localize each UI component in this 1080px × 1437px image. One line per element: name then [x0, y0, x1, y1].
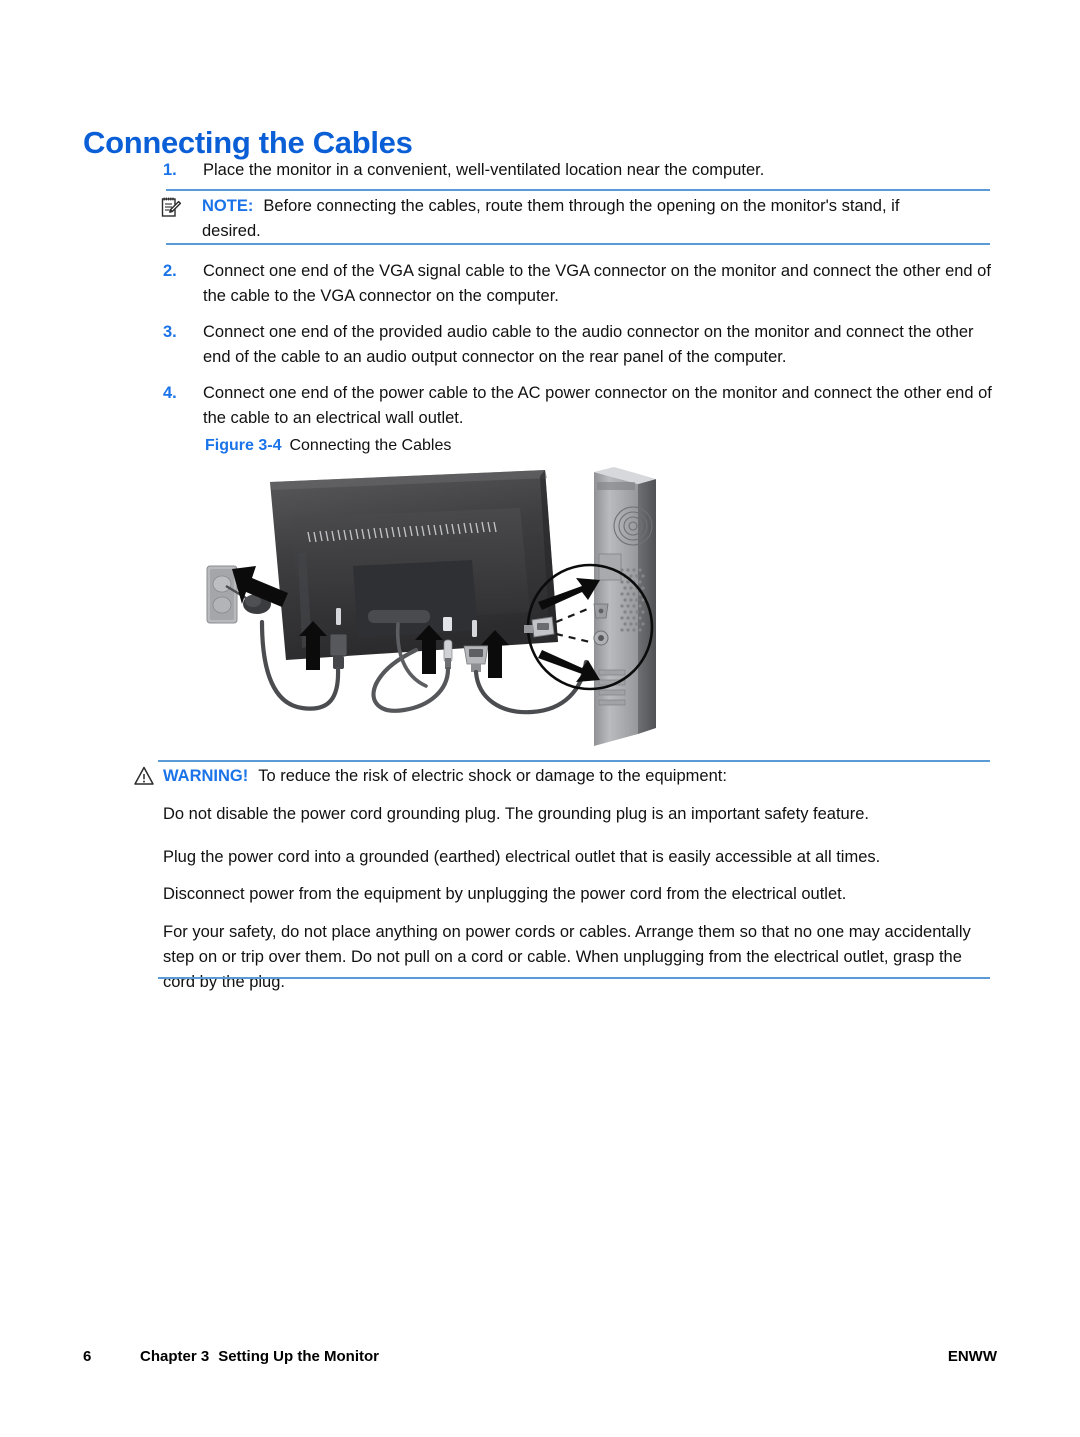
document-page: Connecting the Cables 1. Place the monit… [0, 0, 1080, 1437]
note-text-line-2: desired. [202, 222, 261, 240]
step-text: Place the monitor in a convenient, well-… [203, 161, 765, 179]
note-rule-bottom [166, 243, 990, 245]
warning-paragraph: Disconnect power from the equipment by u… [163, 885, 847, 903]
list-item: 4. Connect one end of the power cable to… [163, 381, 993, 431]
figure-title: Connecting the Cables [289, 437, 452, 454]
step-number: 2. [163, 262, 177, 280]
footer-chapter-title: Setting Up the Monitor [218, 1348, 379, 1365]
note-pencil-icon [160, 196, 182, 220]
step-number: 3. [163, 323, 177, 341]
step-text: Connect one end of the provided audio ca… [203, 323, 974, 366]
list-item: 3. Connect one end of the provided audio… [163, 320, 993, 370]
step-number: 4. [163, 384, 177, 402]
warning-triangle-icon [133, 765, 155, 789]
warning-intro-line: WARNING! To reduce the risk of electric s… [163, 764, 993, 789]
note-label: NOTE: [202, 197, 254, 215]
footer-page-number: 6 [83, 1348, 92, 1365]
warning-paragraph-line-a: For your safety, do not place anything o… [163, 923, 880, 941]
figure-label: Figure 3-4 [205, 437, 282, 454]
figure-caption: Figure 3-4 Connecting the Cables [205, 437, 451, 455]
note-rule-top [166, 189, 990, 191]
list-item: 1. Place the monitor in a convenient, we… [163, 158, 993, 183]
warning-rule-bottom [158, 977, 990, 979]
warning-paragraph: For your safety, do not place anything o… [163, 920, 998, 995]
warning-intro-text: To reduce the risk of electric shock or … [258, 767, 727, 785]
page-footer: 6 Chapter 3 Setting Up the Monitor ENWW [83, 1348, 997, 1365]
list-item: 2. Connect one end of the VGA signal cab… [163, 259, 993, 309]
footer-chapter: Chapter 3 [140, 1348, 210, 1365]
figure-illustration [190, 462, 690, 752]
note-body-line-1: Before connecting the cables, route them… [263, 197, 900, 215]
note-text-line-1: NOTE: Before connecting the cables, route… [202, 194, 992, 219]
step-text: Connect one end of the VGA signal cable … [203, 262, 991, 305]
page-title: Connecting the Cables [83, 124, 413, 160]
warning-rule-top [158, 760, 990, 762]
warning-paragraph: Plug the power cord into a grounded (ear… [163, 848, 881, 866]
step-text: Connect one end of the power cable to th… [203, 384, 992, 427]
warning-label: WARNING! [163, 767, 249, 785]
warning-paragraph: Do not disable the power cord grounding … [163, 805, 869, 823]
step-number: 1. [163, 161, 177, 179]
footer-locale: ENWW [947, 1348, 997, 1365]
